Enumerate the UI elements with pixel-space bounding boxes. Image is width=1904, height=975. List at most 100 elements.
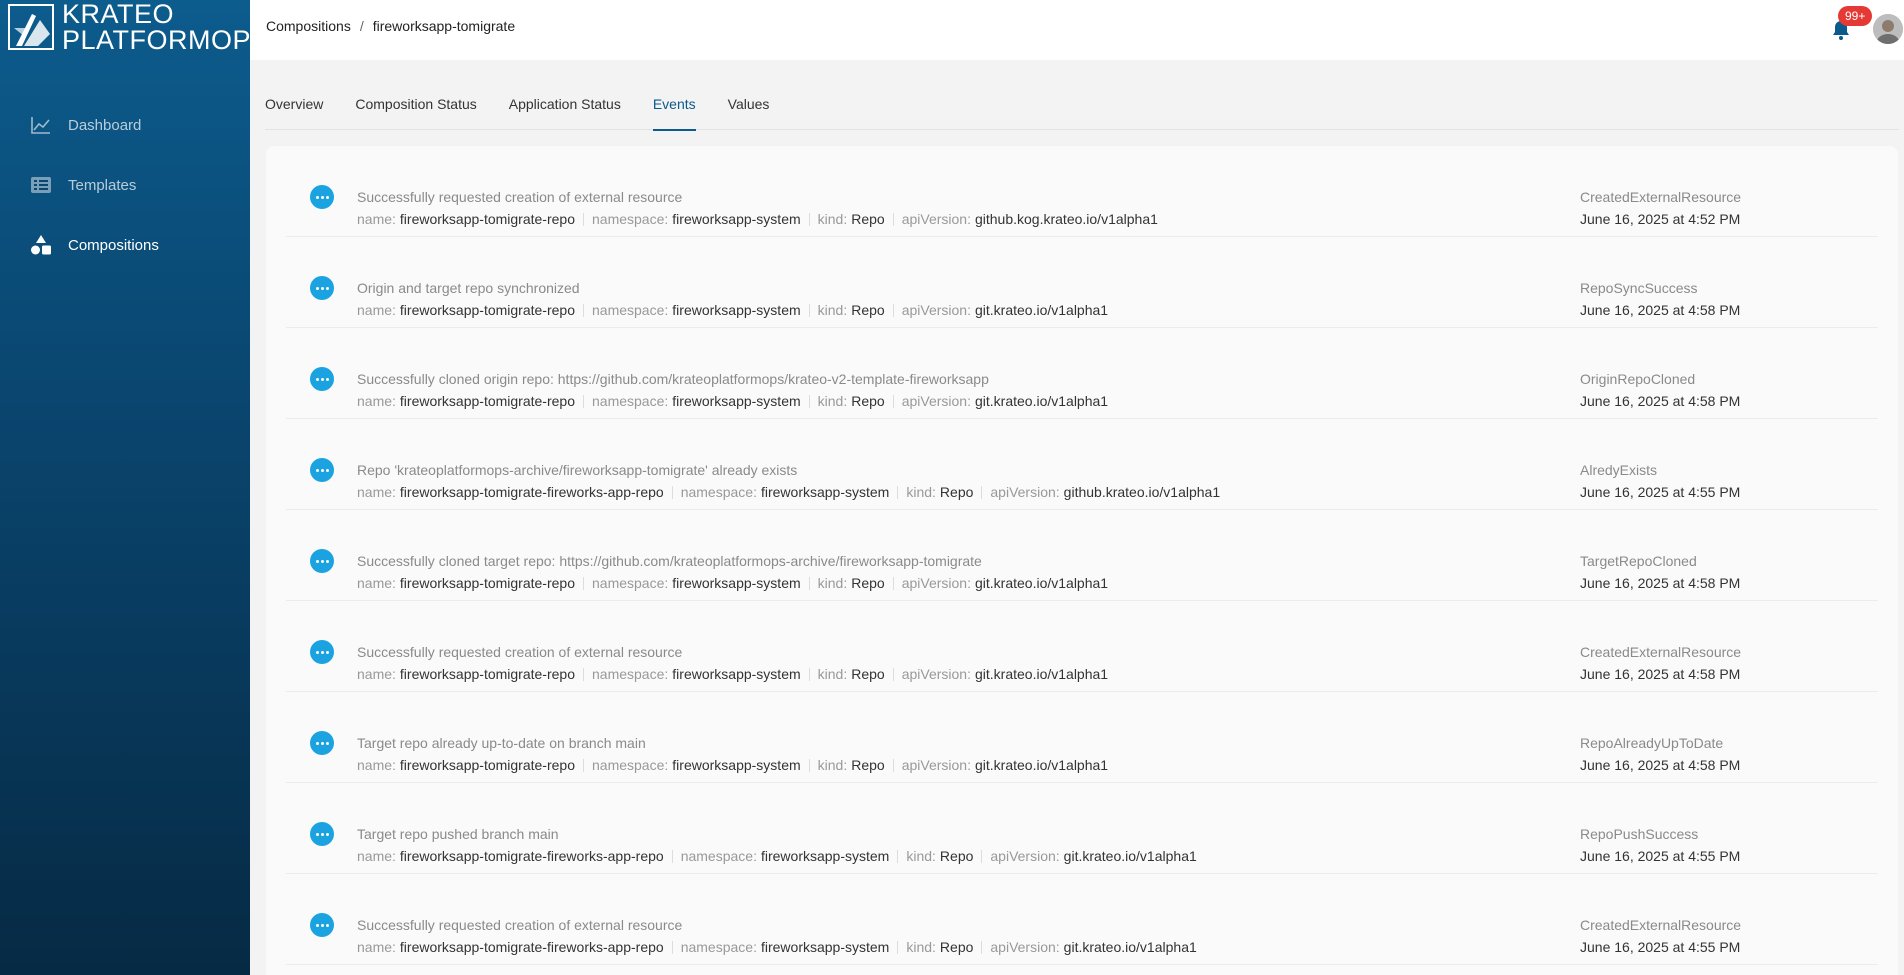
more-dot — [315, 741, 319, 745]
event-meta: name: fireworksapp-tomigrate-repo namespac… — [357, 666, 1108, 682]
meta-separator — [892, 758, 894, 772]
event-row: Successfully requested creation of exter… — [286, 601, 1878, 692]
event-reason: RepoSyncSuccess — [1580, 280, 1698, 296]
more-dot — [320, 377, 324, 381]
more-dot — [320, 650, 324, 654]
tab-overview[interactable]: Overview — [265, 88, 323, 130]
sidebar-item-compositions[interactable]: Compositions — [0, 215, 250, 275]
more-dot — [315, 195, 319, 199]
top-header: Compositions / fireworksapp-tomigrate 99… — [250, 0, 1904, 60]
meta-value-kind: Repo — [939, 939, 974, 955]
meta-value-apiversion: git.krateo.io/v1alpha1 — [974, 666, 1109, 682]
meta-key-apiversion: apiVersion: — [990, 939, 1060, 955]
event-meta: name: fireworksapp-tomigrate-repo namespac… — [357, 757, 1108, 773]
meta-value-apiversion: github.kog.krateo.io/v1alpha1 — [974, 211, 1158, 227]
meta-key-apiversion: apiVersion: — [901, 666, 971, 682]
meta-key-apiversion: apiVersion: — [901, 393, 971, 409]
meta-value-namespace: fireworksapp-system — [760, 939, 890, 955]
more-dot — [320, 195, 324, 199]
more-dot — [320, 286, 324, 290]
meta-separator — [892, 394, 894, 408]
meta-separator — [981, 940, 983, 954]
meta-value-kind: Repo — [851, 211, 885, 227]
more-dot — [325, 741, 329, 745]
meta-key-apiversion: apiVersion: — [990, 848, 1060, 864]
meta-key-namespace: namespace: — [680, 484, 757, 500]
tab-composition-status[interactable]: Composition Status — [355, 88, 476, 130]
meta-key-name: name: — [357, 848, 396, 864]
meta-key-kind: kind: — [906, 848, 936, 864]
sidebar-item-templates[interactable]: Templates — [0, 155, 250, 215]
event-reason: CreatedExternalResource — [1580, 189, 1742, 205]
event-timestamp: June 16, 2025 at 4:58 PM — [1580, 393, 1741, 409]
event-details-button[interactable] — [310, 458, 334, 482]
meta-separator — [808, 667, 810, 681]
more-dot — [325, 559, 329, 563]
meta-key-namespace: namespace: — [592, 393, 669, 409]
breadcrumb: Compositions / fireworksapp-tomigrate — [266, 18, 515, 34]
breadcrumb-separator: / — [359, 18, 364, 34]
meta-key-namespace: namespace: — [592, 302, 669, 318]
event-row: Origin and target repo synchronized name:… — [286, 237, 1878, 328]
event-details-button[interactable] — [310, 276, 334, 300]
event-timestamp: June 16, 2025 at 4:58 PM — [1580, 757, 1741, 773]
event-meta: name: fireworksapp-tomigrate-repo namespac… — [357, 211, 1158, 227]
meta-key-apiversion: apiVersion: — [901, 211, 971, 227]
meta-separator — [583, 394, 584, 408]
tab-values[interactable]: Values — [728, 88, 770, 130]
tab-application-status[interactable]: Application Status — [509, 88, 621, 130]
meta-value-kind: Repo — [851, 666, 885, 682]
meta-separator — [897, 849, 899, 863]
event-details-button[interactable] — [310, 731, 334, 755]
event-details-button[interactable] — [310, 822, 334, 846]
breadcrumb-current: fireworksapp-tomigrate — [372, 18, 516, 34]
tab-events[interactable]: Events — [652, 88, 696, 131]
more-dot — [315, 286, 319, 290]
event-meta: name: fireworksapp-tomigrate-repo namespac… — [357, 393, 1108, 409]
krateo-logo-icon — [8, 4, 54, 50]
meta-key-kind: kind: — [817, 393, 848, 409]
event-timestamp: June 16, 2025 at 4:58 PM — [1580, 666, 1741, 682]
brand-line2: PLATFORMOPS — [62, 25, 270, 55]
brand-wordmark: KRATEO PLATFORMOPS — [62, 0, 270, 55]
meta-value-name: fireworksapp-tomigrate-repo — [399, 211, 575, 227]
meta-separator — [981, 485, 983, 499]
avatar[interactable] — [1873, 14, 1903, 44]
event-message: Target repo already up-to-date on branch… — [357, 735, 646, 751]
sidebar-item-label: Compositions — [68, 236, 159, 254]
meta-separator — [808, 303, 810, 317]
event-details-button[interactable] — [310, 913, 334, 937]
meta-value-name: fireworksapp-tomigrate-repo — [399, 666, 575, 682]
more-dot — [320, 468, 324, 472]
event-details-button[interactable] — [310, 549, 334, 573]
more-dot — [315, 832, 319, 836]
meta-key-kind: kind: — [817, 757, 848, 773]
breadcrumb-compositions-link[interactable]: Compositions — [266, 18, 351, 34]
event-timestamp: June 16, 2025 at 4:55 PM — [1580, 939, 1741, 955]
meta-value-namespace: fireworksapp-system — [672, 666, 801, 682]
more-dot — [320, 741, 324, 745]
event-meta: name: fireworksapp-tomigrate-fireworks-ap… — [357, 484, 1220, 500]
event-message: Repo 'krateoplatformops-archive/firework… — [357, 462, 798, 478]
meta-key-apiversion: apiVersion: — [901, 575, 971, 591]
meta-key-kind: kind: — [906, 484, 936, 500]
brand-line1: KRATEO — [62, 0, 175, 29]
event-details-button[interactable] — [310, 640, 334, 664]
event-reason: RepoPushSuccess — [1580, 826, 1699, 842]
meta-separator — [808, 394, 810, 408]
event-details-button[interactable] — [310, 185, 334, 209]
event-meta: name: fireworksapp-tomigrate-fireworks-ap… — [357, 848, 1197, 864]
more-dot — [320, 923, 324, 927]
sidebar-item-dashboard[interactable]: Dashboard — [0, 95, 250, 155]
event-reason: CreatedExternalResource — [1580, 917, 1742, 933]
events-list: Successfully requested creation of exter… — [266, 146, 1898, 975]
meta-key-namespace: namespace: — [592, 211, 669, 227]
meta-key-kind: kind: — [906, 939, 936, 955]
event-message: Target repo pushed branch main — [357, 826, 559, 842]
event-message: Successfully cloned target repo: https:/… — [357, 553, 982, 569]
event-meta: name: fireworksapp-tomigrate-repo namespac… — [357, 575, 1108, 591]
more-dot — [315, 377, 319, 381]
meta-value-namespace: fireworksapp-system — [672, 575, 801, 591]
event-details-button[interactable] — [310, 367, 334, 391]
brand-logo[interactable]: KRATEO PLATFORMOPS — [8, 0, 270, 55]
